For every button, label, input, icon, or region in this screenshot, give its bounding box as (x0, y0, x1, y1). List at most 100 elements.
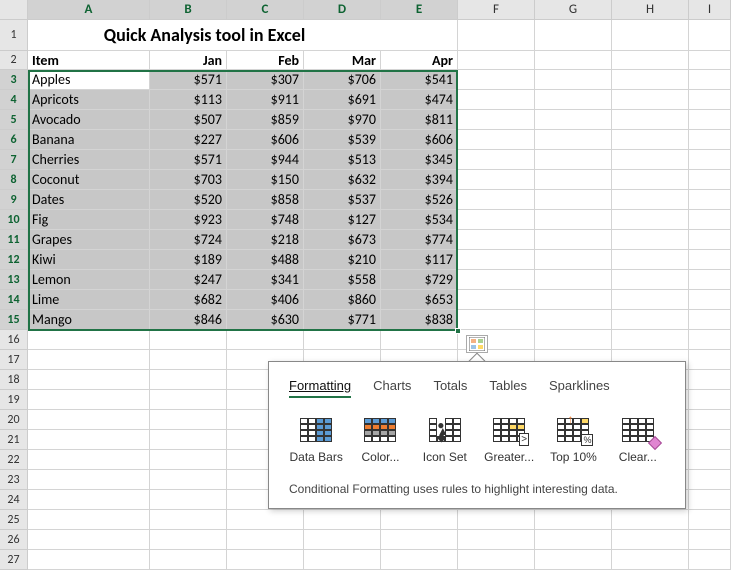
cell[interactable] (28, 330, 150, 350)
row-header[interactable]: 22 (0, 450, 28, 470)
cell[interactable] (458, 250, 535, 270)
cell-value[interactable]: $541 (381, 70, 458, 90)
row-header[interactable]: 8 (0, 170, 28, 190)
cell[interactable] (458, 550, 535, 570)
cell[interactable] (458, 230, 535, 250)
cell-value[interactable]: $488 (227, 250, 304, 270)
cell[interactable] (535, 230, 612, 250)
col-header-G[interactable]: G (535, 0, 612, 20)
cell[interactable] (458, 70, 535, 90)
cell-value[interactable]: $341 (227, 270, 304, 290)
cell[interactable] (458, 210, 535, 230)
cell[interactable] (304, 330, 381, 350)
cell[interactable] (535, 330, 612, 350)
cell[interactable] (612, 90, 689, 110)
cell[interactable] (150, 330, 227, 350)
cell-value[interactable]: $838 (381, 310, 458, 330)
row-header[interactable]: 21 (0, 430, 28, 450)
row-header[interactable]: 17 (0, 350, 28, 370)
cell-item[interactable]: Fig (28, 210, 150, 230)
cell-value[interactable]: $227 (150, 130, 227, 150)
row-header[interactable]: 7 (0, 150, 28, 170)
col-header-E[interactable]: E (381, 0, 458, 20)
cell[interactable] (535, 190, 612, 210)
row-header[interactable]: 18 (0, 370, 28, 390)
cell-value[interactable]: $113 (150, 90, 227, 110)
cell[interactable] (304, 530, 381, 550)
row-header[interactable]: 3 (0, 70, 28, 90)
row-header[interactable]: 1 (0, 20, 28, 51)
cell-value[interactable]: $606 (227, 130, 304, 150)
cell-value[interactable]: $691 (304, 90, 381, 110)
cell[interactable] (535, 70, 612, 90)
cell[interactable] (689, 130, 731, 150)
cell[interactable] (612, 290, 689, 310)
cell[interactable] (612, 230, 689, 250)
cell[interactable] (689, 170, 731, 190)
cell-item[interactable]: Mango (28, 310, 150, 330)
cell[interactable] (304, 510, 381, 530)
cell[interactable] (458, 51, 535, 70)
qa-tab-sparklines[interactable]: Sparklines (549, 378, 610, 398)
cell[interactable] (689, 310, 731, 330)
cell-item[interactable]: Coconut (28, 170, 150, 190)
cell[interactable] (150, 490, 227, 510)
cell[interactable] (458, 170, 535, 190)
cell-value[interactable]: $706 (304, 70, 381, 90)
cell-item[interactable]: Kiwi (28, 250, 150, 270)
cell[interactable] (689, 370, 731, 390)
row-header[interactable]: 9 (0, 190, 28, 210)
cell[interactable] (612, 510, 689, 530)
cell-item[interactable]: Grapes (28, 230, 150, 250)
cell[interactable] (612, 330, 689, 350)
cell[interactable] (612, 550, 689, 570)
cell[interactable] (689, 450, 731, 470)
row-header[interactable]: 2 (0, 51, 28, 70)
cell-value[interactable]: $539 (304, 130, 381, 150)
qa-tab-charts[interactable]: Charts (373, 378, 411, 398)
cell-value[interactable]: $218 (227, 230, 304, 250)
cell-value[interactable]: $860 (304, 290, 381, 310)
cell[interactable] (535, 110, 612, 130)
cell[interactable] (227, 550, 304, 570)
cell[interactable] (689, 190, 731, 210)
cell[interactable] (381, 530, 458, 550)
cell[interactable] (381, 510, 458, 530)
row-header[interactable]: 11 (0, 230, 28, 250)
cell[interactable] (689, 150, 731, 170)
cell[interactable] (689, 550, 731, 570)
cell[interactable] (689, 270, 731, 290)
cell-value[interactable]: $748 (227, 210, 304, 230)
cell[interactable] (689, 390, 731, 410)
cell[interactable] (28, 450, 150, 470)
cell[interactable] (150, 350, 227, 370)
cell[interactable] (227, 530, 304, 550)
col-header-F[interactable]: F (458, 0, 535, 20)
select-all-corner[interactable] (0, 0, 28, 20)
cell[interactable] (612, 20, 689, 51)
cell[interactable] (612, 190, 689, 210)
cell[interactable] (535, 290, 612, 310)
cell[interactable] (612, 110, 689, 130)
cell-value[interactable]: $534 (381, 210, 458, 230)
header-apr[interactable]: Apr (381, 51, 458, 70)
cell[interactable] (458, 20, 535, 51)
row-header[interactable]: 27 (0, 550, 28, 570)
col-header-D[interactable]: D (304, 0, 381, 20)
row-header[interactable]: 23 (0, 470, 28, 490)
cell[interactable] (535, 310, 612, 330)
cell[interactable] (612, 150, 689, 170)
row-header[interactable]: 25 (0, 510, 28, 530)
cell[interactable] (612, 51, 689, 70)
cell[interactable] (458, 270, 535, 290)
header-feb[interactable]: Feb (227, 51, 304, 70)
cell[interactable] (535, 530, 612, 550)
cell-value[interactable]: $729 (381, 270, 458, 290)
cell-item[interactable]: Lime (28, 290, 150, 310)
cell-value[interactable]: $724 (150, 230, 227, 250)
cell-value[interactable]: $537 (304, 190, 381, 210)
cell-value[interactable]: $406 (227, 290, 304, 310)
cell[interactable] (535, 550, 612, 570)
cell[interactable] (535, 250, 612, 270)
cell-value[interactable]: $513 (304, 150, 381, 170)
